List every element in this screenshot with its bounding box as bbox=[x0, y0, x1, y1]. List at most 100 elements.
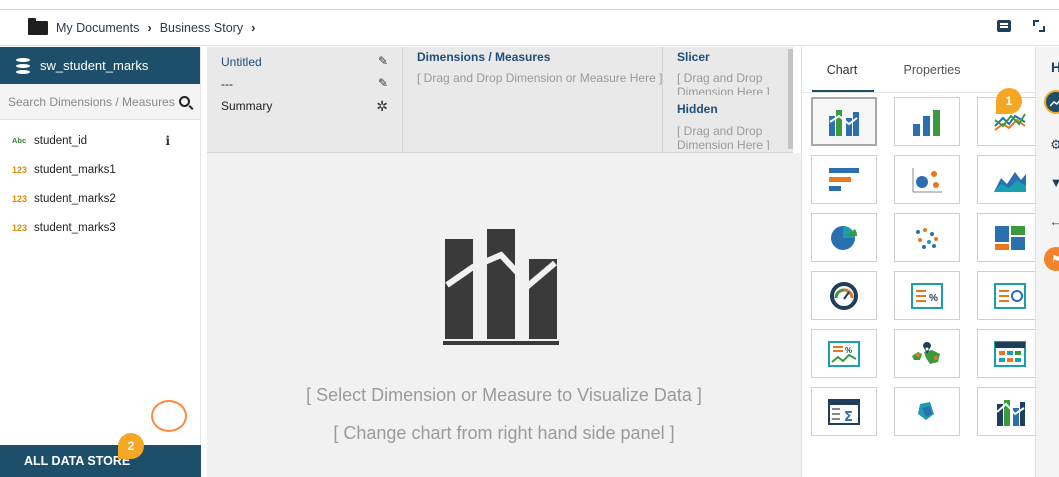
field-item[interactable]: 123 student_marks2 bbox=[0, 184, 200, 213]
home-icon[interactable]: H bbox=[1044, 55, 1059, 79]
chart-title[interactable]: Untitled bbox=[221, 55, 262, 69]
settings-icon[interactable]: ✲ bbox=[376, 98, 388, 115]
chart-type-kpi[interactable]: % bbox=[894, 271, 960, 320]
chevron-right-icon: › bbox=[251, 20, 256, 35]
dimensions-drop-zone[interactable]: [ Drag and Drop Dimension or Measure Her… bbox=[417, 71, 663, 101]
scrollbar[interactable] bbox=[788, 49, 793, 149]
breadcrumb: My Documents › Business Story › bbox=[28, 17, 263, 35]
filter-icon[interactable]: ▼ bbox=[1044, 170, 1059, 194]
pencil-icon[interactable]: ✎ bbox=[378, 76, 388, 90]
top-bar: My Documents › Business Story › bbox=[0, 10, 1059, 46]
all-data-store-button[interactable]: ALL DATA STORE bbox=[0, 445, 201, 477]
stacked-bar-chart-icon bbox=[996, 399, 1025, 426]
slicer-column: Slicer [ Drag and Drop Dimension Here ] … bbox=[663, 47, 793, 153]
chart-type-bar[interactable] bbox=[811, 155, 877, 204]
chart-type-pivot-summary[interactable]: Σ bbox=[811, 387, 877, 436]
chart-placeholder-icon bbox=[443, 229, 559, 345]
chart-type-bubble[interactable] bbox=[894, 155, 960, 204]
svg-text:%: % bbox=[929, 293, 938, 304]
callout-badge-2: 2 bbox=[118, 433, 144, 459]
treemap-chart-icon bbox=[995, 225, 1025, 250]
chart-type-column[interactable] bbox=[894, 97, 960, 146]
comment-icon[interactable] bbox=[997, 20, 1011, 32]
dimensions-column: Dimensions / Measures [ Drag and Drop Di… bbox=[403, 47, 663, 153]
callout-badge-1: 1 bbox=[996, 88, 1022, 114]
pencil-icon[interactable]: ✎ bbox=[378, 54, 388, 68]
field-item[interactable]: Abc student_id i bbox=[0, 126, 200, 155]
datasource-header[interactable]: sw_student_marks bbox=[0, 47, 200, 84]
chart-type-stacked-bar[interactable] bbox=[977, 387, 1043, 436]
search-placeholder[interactable]: Search Dimensions / Measures bbox=[8, 95, 175, 109]
datasource-name: sw_student_marks bbox=[40, 58, 149, 73]
title-column: Untitled ✎ --- ✎ Summary ✲ bbox=[207, 47, 403, 153]
area-chart-icon bbox=[994, 171, 1026, 192]
column-chart-icon bbox=[913, 109, 940, 136]
svg-text:Σ: Σ bbox=[844, 410, 853, 425]
dimensions-title: Dimensions / Measures bbox=[417, 50, 551, 64]
chart-type-geo-map[interactable] bbox=[894, 329, 960, 378]
pivot-table-icon: Σ bbox=[828, 398, 860, 425]
chart-subtitle[interactable]: --- bbox=[221, 77, 233, 91]
number-type-icon: 123 bbox=[12, 222, 28, 233]
active-tab-indicator bbox=[812, 90, 874, 92]
grouped-bar-chart-icon bbox=[829, 109, 859, 136]
hidden-title: Hidden bbox=[677, 102, 718, 116]
chart-type-gauge[interactable] bbox=[811, 271, 877, 320]
field-item[interactable]: 123 student_marks1 bbox=[0, 155, 200, 184]
chart-type-trend-kpi[interactable]: % bbox=[811, 329, 877, 378]
field-name: student_id bbox=[34, 134, 88, 147]
svg-text:%: % bbox=[845, 346, 852, 355]
pie-chart-icon bbox=[831, 225, 858, 250]
summary-label[interactable]: Summary bbox=[221, 99, 272, 113]
slicer-drop-zone[interactable]: [ Drag and Drop Dimension Here ] bbox=[677, 71, 785, 95]
breadcrumb-my-documents[interactable]: My Documents bbox=[56, 21, 139, 35]
progress-chart-icon bbox=[994, 282, 1026, 309]
visualization-canvas: [ Select Dimension or Measure to Visuali… bbox=[207, 153, 801, 477]
breadcrumb-business-story[interactable]: Business Story bbox=[160, 21, 243, 35]
side-toolbar: H ⚙ ▼ ← ⚑ bbox=[1035, 47, 1059, 477]
brush-icon[interactable]: ⚑ bbox=[1044, 247, 1059, 271]
chart-type-scatter[interactable] bbox=[894, 213, 960, 262]
chart-type-grid: % % Σ bbox=[811, 97, 1043, 436]
field-item[interactable]: 123 student_marks3 bbox=[0, 213, 200, 242]
chart-type-area[interactable] bbox=[977, 155, 1043, 204]
chart-icon[interactable] bbox=[1044, 90, 1059, 114]
formula-button[interactable]: fx bbox=[151, 400, 187, 432]
tab-chart[interactable]: Chart bbox=[802, 47, 882, 92]
info-icon[interactable]: i bbox=[165, 134, 170, 148]
bar-chart-icon bbox=[829, 167, 859, 191]
hidden-drop-zone[interactable]: [ Drag and Drop Dimension Here ] bbox=[677, 124, 785, 150]
chart-type-progress[interactable] bbox=[977, 271, 1043, 320]
window-top-edge bbox=[0, 0, 1059, 10]
field-name: student_marks3 bbox=[34, 221, 116, 234]
chart-type-grid-table[interactable] bbox=[977, 329, 1043, 378]
map-chart-icon bbox=[912, 341, 940, 364]
chart-type-decomposition[interactable] bbox=[894, 387, 960, 436]
chevron-right-icon: › bbox=[147, 20, 152, 35]
canvas-hint-2: [ Change chart from right hand side pane… bbox=[333, 423, 675, 443]
top-bar-actions bbox=[997, 20, 1045, 32]
gear-icon[interactable]: ⚙ bbox=[1044, 133, 1059, 157]
chart-type-treemap[interactable] bbox=[977, 213, 1043, 262]
tab-properties[interactable]: Properties bbox=[882, 47, 982, 92]
decomposition-chart-icon bbox=[918, 401, 934, 420]
gauge-chart-icon bbox=[830, 281, 858, 310]
chart-type-pie[interactable] bbox=[811, 213, 877, 262]
kpi-chart-icon: % bbox=[911, 282, 943, 309]
fullscreen-icon[interactable] bbox=[1033, 20, 1045, 32]
number-type-icon: 123 bbox=[12, 164, 28, 175]
chart-config-bar: Untitled ✎ --- ✎ Summary ✲ Dimensions / … bbox=[207, 47, 793, 153]
text-type-icon: Abc bbox=[12, 136, 27, 145]
table-chart-icon bbox=[994, 340, 1026, 367]
chart-type-grouped-bar[interactable] bbox=[811, 97, 877, 146]
slicer-title: Slicer bbox=[677, 50, 710, 64]
number-type-icon: 123 bbox=[12, 193, 28, 204]
canvas-hint-1: [ Select Dimension or Measure to Visuali… bbox=[306, 385, 702, 405]
search-field[interactable]: Search Dimensions / Measures bbox=[0, 84, 200, 120]
search-icon[interactable] bbox=[179, 96, 190, 107]
back-arrow-icon[interactable]: ← bbox=[1044, 209, 1059, 233]
field-name: student_marks2 bbox=[34, 192, 116, 205]
trend-kpi-icon: % bbox=[828, 340, 860, 367]
scatter-chart-icon bbox=[916, 227, 938, 249]
folder-icon bbox=[28, 17, 48, 35]
